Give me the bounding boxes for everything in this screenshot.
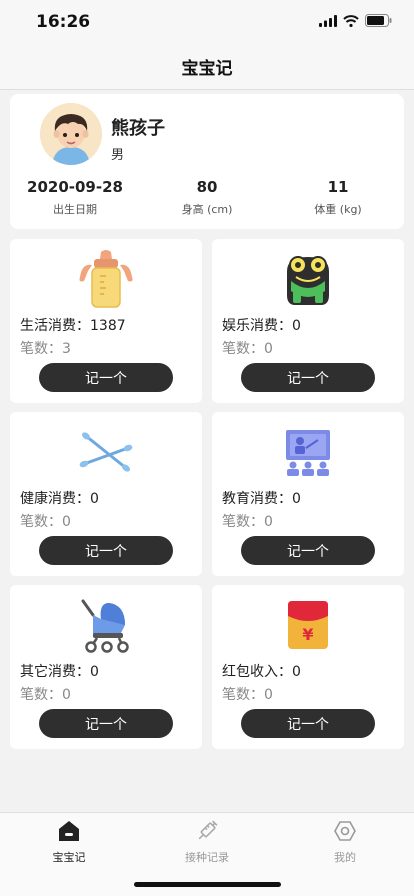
health-expense-card[interactable]: 健康消费：0 笔数：0 记一个 bbox=[10, 412, 202, 576]
cellular-signal-icon bbox=[319, 14, 337, 27]
boy-avatar-icon bbox=[40, 103, 102, 165]
status-time: 16:26 bbox=[36, 12, 91, 32]
home-indicator bbox=[134, 882, 281, 887]
frog-toy-icon bbox=[287, 256, 329, 305]
height-label: 身高 (cm) bbox=[181, 203, 233, 216]
category-count: 笔数：0 bbox=[222, 341, 273, 357]
house-icon bbox=[59, 821, 79, 841]
living-expense-card[interactable]: 生活消费：1387 笔数：3 记一个 bbox=[10, 239, 202, 403]
category-count: 笔数：3 bbox=[20, 341, 71, 357]
weight-label: 体重 (kg) bbox=[314, 203, 362, 216]
category-title: 生活消费：1387 bbox=[20, 318, 126, 334]
cotton-swab-icon bbox=[79, 432, 133, 472]
child-gender: 男 bbox=[111, 148, 125, 163]
add-record-button[interactable]: 记一个 bbox=[241, 363, 375, 392]
other-expense-card[interactable]: 其它消费：0 笔数：0 记一个 bbox=[10, 585, 202, 749]
stroller-icon bbox=[81, 599, 129, 653]
category-title: 红包收入：0 bbox=[222, 664, 301, 680]
tab-vaccination[interactable]: 接种记录 bbox=[138, 817, 276, 867]
category-count: 笔数：0 bbox=[20, 514, 71, 530]
tab-profile-label: 我的 bbox=[334, 851, 356, 864]
profile-card[interactable]: 熊孩子 男 2020-09-28 出生日期 80 身高 (cm) 11 体重 (… bbox=[10, 94, 404, 229]
category-count: 笔数：0 bbox=[20, 687, 71, 703]
category-title: 教育消费：0 bbox=[222, 491, 301, 507]
height-stat: 80 身高 (cm) bbox=[142, 178, 272, 217]
add-record-button[interactable]: 记一个 bbox=[39, 363, 173, 392]
status-bar: 16:26 bbox=[0, 0, 414, 44]
category-title: 健康消费：0 bbox=[20, 491, 99, 507]
add-record-button[interactable]: 记一个 bbox=[39, 536, 173, 565]
weight-stat: 11 体重 (kg) bbox=[273, 178, 403, 217]
height-value: 80 bbox=[196, 178, 218, 196]
red-envelope-income-card[interactable]: ¥ 红包收入：0 笔数：0 记一个 bbox=[212, 585, 404, 749]
add-record-button[interactable]: 记一个 bbox=[39, 709, 173, 738]
category-title: 其它消费：0 bbox=[20, 664, 99, 680]
child-name: 熊孩子 bbox=[111, 118, 165, 139]
red-envelope-icon: ¥ bbox=[288, 601, 328, 649]
birth-date-value: 2020-09-28 bbox=[27, 178, 123, 196]
status-icons bbox=[319, 14, 392, 27]
entertainment-expense-card[interactable]: 娱乐消费：0 笔数：0 记一个 bbox=[212, 239, 404, 403]
nav-bar: 宝宝记 bbox=[0, 44, 414, 90]
wifi-icon bbox=[343, 14, 359, 27]
tab-home[interactable]: 宝宝记 bbox=[0, 817, 138, 867]
page-title: 宝宝记 bbox=[181, 59, 233, 79]
avatar[interactable] bbox=[40, 103, 102, 165]
tab-vaccination-label: 接种记录 bbox=[185, 851, 229, 864]
category-count: 笔数：0 bbox=[222, 687, 273, 703]
birth-date-label: 出生日期 bbox=[53, 203, 97, 216]
baby-bottle-icon bbox=[79, 250, 133, 308]
weight-value: 11 bbox=[327, 178, 349, 196]
category-count: 笔数：0 bbox=[222, 514, 273, 530]
add-record-button[interactable]: 记一个 bbox=[241, 709, 375, 738]
birth-date-stat: 2020-09-28 出生日期 bbox=[10, 178, 140, 217]
svg-text:¥: ¥ bbox=[302, 625, 313, 644]
profile-hexagon-icon bbox=[334, 821, 356, 841]
tab-home-label: 宝宝记 bbox=[52, 851, 86, 864]
battery-icon bbox=[365, 14, 392, 27]
syringe-icon bbox=[198, 820, 218, 840]
category-title: 娱乐消费：0 bbox=[222, 318, 301, 334]
education-expense-card[interactable]: 教育消费：0 笔数：0 记一个 bbox=[212, 412, 404, 576]
add-record-button[interactable]: 记一个 bbox=[241, 536, 375, 565]
classroom-icon bbox=[286, 430, 330, 476]
tab-profile[interactable]: 我的 bbox=[276, 817, 414, 867]
